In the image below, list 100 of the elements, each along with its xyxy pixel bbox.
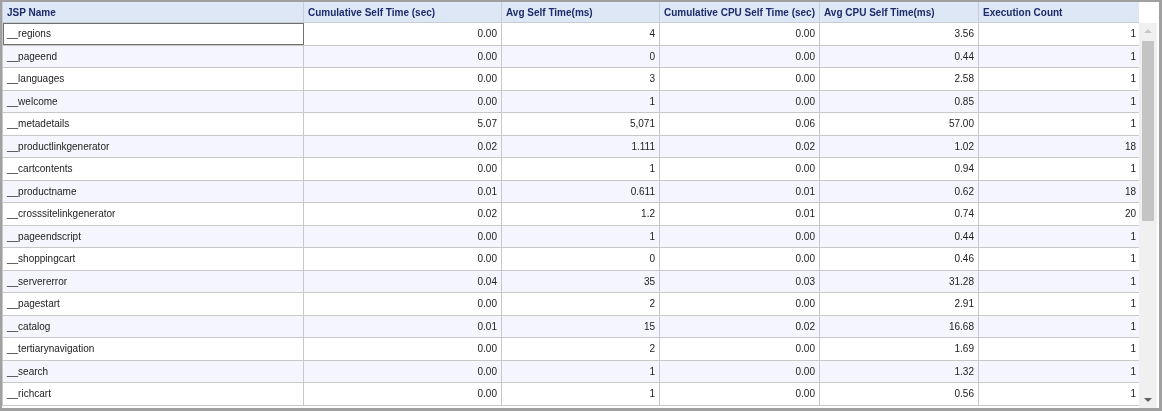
table-cell: 1.02: [819, 135, 979, 158]
table-cell: 0.01: [659, 180, 820, 203]
table-cell: 0.00: [659, 67, 820, 90]
table-cell: __productname: [2, 180, 304, 203]
column-header[interactable]: Cumulative CPU Self Time (sec): [659, 2, 820, 23]
table-cell: __pagestart: [2, 292, 304, 315]
column-header[interactable]: Execution Count: [978, 2, 1139, 23]
table-cell: 35: [501, 270, 660, 293]
table-cell: 1: [501, 360, 660, 383]
scroll-up-icon[interactable]: [1143, 28, 1153, 34]
table-cell: 0.00: [659, 90, 820, 113]
column-header[interactable]: JSP Name: [2, 2, 304, 23]
table-cell: 0.00: [303, 45, 502, 68]
table-cell: 16.68: [819, 315, 979, 338]
table-cell: 0: [501, 45, 660, 68]
table-cell: 1.111: [501, 135, 660, 158]
table-cell: 0.00: [303, 247, 502, 270]
table-cell: 0.00: [659, 292, 820, 315]
table-cell: 0.62: [819, 180, 979, 203]
table-cell: 0.46: [819, 247, 979, 270]
table-cell: 0.04: [303, 270, 502, 293]
table-cell: 1: [501, 382, 660, 405]
table-cell: __welcome: [2, 90, 304, 113]
table-cell: __metadetails: [2, 112, 304, 135]
table-cell: 0.611: [501, 180, 660, 203]
table-cell: __shoppingcart: [2, 247, 304, 270]
table-cell: 0.00: [659, 22, 820, 45]
table-cell: 0.85: [819, 90, 979, 113]
table-cell: 0.44: [819, 225, 979, 248]
table-cell: 1.2: [501, 202, 660, 225]
table-cell: 1.69: [819, 337, 979, 360]
table-cell: 2.58: [819, 67, 979, 90]
column-header[interactable]: Cumulative Self Time (sec): [303, 2, 502, 23]
table-cell: 0.00: [659, 157, 820, 180]
table-cell: 0.01: [659, 202, 820, 225]
table-cell: 0.06: [659, 112, 820, 135]
table-cell: 1: [978, 270, 1139, 293]
table-cell: 0.03: [659, 270, 820, 293]
table-cell: __richcart: [2, 382, 304, 405]
table-cell: 0.74: [819, 202, 979, 225]
table-cell: 0.02: [303, 135, 502, 158]
table-cell: __search: [2, 360, 304, 383]
table-cell: __servererror: [2, 270, 304, 293]
table-cell: 1: [978, 225, 1139, 248]
table-cell: 0.01: [303, 180, 502, 203]
table-cell: __tertiarynavigation: [2, 337, 304, 360]
table-cell: 0.00: [303, 292, 502, 315]
table-cell: __regions: [2, 22, 304, 45]
scrollbar[interactable]: [1139, 23, 1157, 408]
table-cell: 0.00: [303, 157, 502, 180]
table-cell: 0.01: [303, 315, 502, 338]
table-cell: 0.00: [303, 90, 502, 113]
table-cell: 0.02: [659, 135, 820, 158]
table-cell: __pageend: [2, 45, 304, 68]
table-cell: 2: [501, 292, 660, 315]
table-cell: 0.00: [303, 67, 502, 90]
table-cell: __languages: [2, 67, 304, 90]
table-cell: 0.56: [819, 382, 979, 405]
table-cell: __pageendscript: [2, 225, 304, 248]
table-cell: 1: [978, 360, 1139, 383]
table-cell: 0.02: [303, 202, 502, 225]
table-cell: __productlinkgenerator: [2, 135, 304, 158]
table-cell: 0.00: [659, 45, 820, 68]
table-cell: __catalog: [2, 315, 304, 338]
table-cell: 3.56: [819, 22, 979, 45]
table-cell: 0.00: [303, 337, 502, 360]
table-cell: 0.00: [303, 22, 502, 45]
table-cell: 3: [501, 67, 660, 90]
table-cell: 31.28: [819, 270, 979, 293]
table-cell: __crosssitelinkgenerator: [2, 202, 304, 225]
table-cell: 0.00: [659, 225, 820, 248]
table-cell: 1: [978, 45, 1139, 68]
table-cell: 4: [501, 22, 660, 45]
table-cell: 1: [978, 90, 1139, 113]
table-cell: 0.02: [659, 315, 820, 338]
table-cell: 0: [501, 247, 660, 270]
table-cell: 1: [501, 225, 660, 248]
table-cell: 0.00: [303, 360, 502, 383]
table-cell: 57.00: [819, 112, 979, 135]
table-cell: 1: [978, 315, 1139, 338]
table-cell: 1.32: [819, 360, 979, 383]
table-cell: 0.00: [659, 360, 820, 383]
table-cell: 0.00: [659, 382, 820, 405]
table-cell: __cartcontents: [2, 157, 304, 180]
table-cell: 2: [501, 337, 660, 360]
column-header[interactable]: Avg CPU Self Time(ms): [819, 2, 979, 23]
scroll-thumb[interactable]: [1142, 41, 1154, 221]
table-cell: 2.91: [819, 292, 979, 315]
table-cell: 0.00: [659, 247, 820, 270]
table-cell: 1: [501, 90, 660, 113]
table-cell: 18: [978, 135, 1139, 158]
column-header[interactable]: Avg Self Time(ms): [501, 2, 660, 23]
scroll-down-icon[interactable]: [1143, 397, 1153, 403]
table-cell: 1: [501, 157, 660, 180]
table-cell: 5,071: [501, 112, 660, 135]
table-cell: 0.00: [303, 382, 502, 405]
table-cell: 18: [978, 180, 1139, 203]
table-cell: 0.44: [819, 45, 979, 68]
table-cell: 0.00: [659, 337, 820, 360]
table-cell: 0.00: [303, 225, 502, 248]
